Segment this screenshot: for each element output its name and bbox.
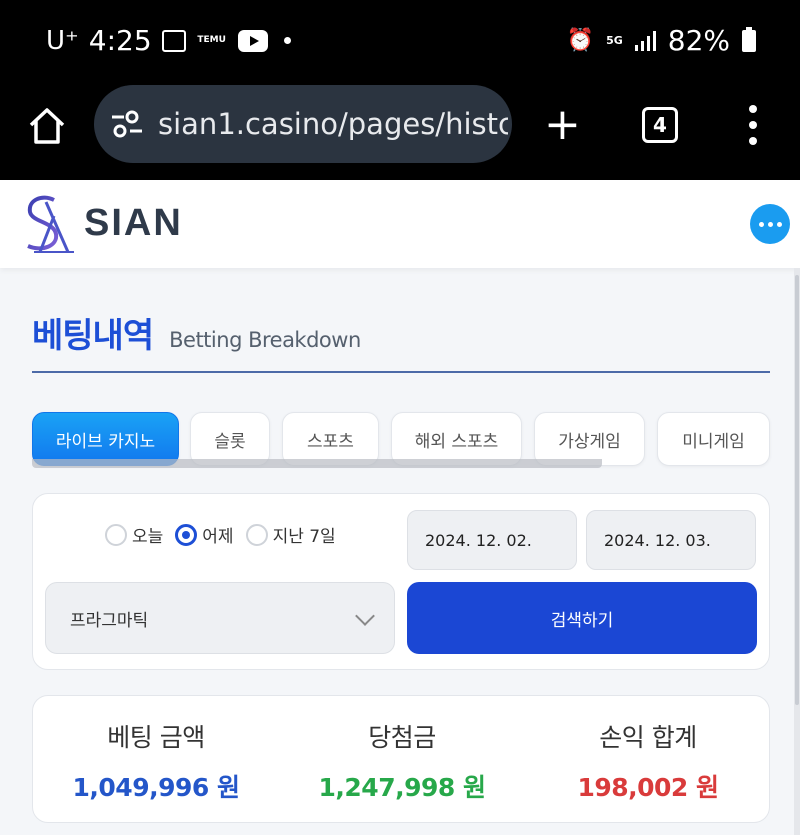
url-text[interactable]: sian1.casino/pages/histc [158, 107, 508, 141]
tabs-scrollbar[interactable] [32, 459, 602, 468]
site-header: SIAN [0, 180, 800, 268]
home-icon[interactable] [26, 105, 68, 147]
network-label: 5G [606, 34, 623, 47]
tab-live-casino[interactable]: 라이브 카지노 [32, 412, 179, 466]
search-label: 검색하기 [550, 610, 614, 631]
carrier-label: U⁺ [46, 25, 79, 56]
notification-dot-icon [283, 37, 291, 44]
chevron-down-icon [355, 606, 375, 626]
date-to-input[interactable]: 2024. 12. 03. [586, 510, 756, 570]
tab-label: 스포츠 [307, 431, 354, 452]
provider-value: 프라그마틱 [70, 610, 149, 631]
page-title-english: Betting Breakdown [169, 328, 361, 352]
date-from-input[interactable]: 2024. 12. 02. [407, 510, 577, 570]
battery-icon [742, 26, 756, 52]
temu-label: TEMU [197, 35, 226, 45]
tab-label: 라이브 카지노 [55, 431, 156, 452]
browser-toolbar: sian1.casino/pages/histc + 4 [0, 85, 800, 180]
status-left: U⁺ 4:25 TEMU [46, 24, 291, 57]
gallery-icon [161, 29, 186, 52]
winnings-stat: 당첨금 1,247,998 원 [279, 718, 525, 804]
radio-yesterday[interactable]: 어제 [175, 522, 234, 547]
chat-icon[interactable] [750, 204, 790, 244]
search-button[interactable]: 검색하기 [407, 582, 757, 654]
status-right: ⏰ 5G 82% [567, 24, 756, 57]
tab-label: 해외 스포츠 [414, 431, 499, 452]
profit-loss-value: 198,002 원 [577, 773, 719, 802]
bet-amount-label: 베팅 금액 [107, 723, 205, 752]
tab-slot[interactable]: 슬롯 [190, 412, 270, 466]
radio-label: 어제 [202, 527, 234, 547]
category-tabs: 라이브 카지노 슬롯 스포츠 해외 스포츠 가상게임 미니게임 [32, 412, 770, 466]
tab-label: 가상게임 [558, 431, 621, 452]
sian-logo-icon[interactable] [20, 192, 78, 256]
signal-icon [634, 30, 656, 51]
tab-label: 미니게임 [682, 431, 745, 452]
radio-today[interactable]: 오늘 [105, 522, 163, 547]
radio-last-7-days[interactable]: 지난 7일 [245, 522, 336, 547]
title-divider [32, 371, 770, 373]
site-settings-icon[interactable] [110, 109, 144, 139]
page-scrollbar-thumb[interactable] [795, 275, 799, 705]
bet-amount-stat: 베팅 금액 1,049,996 원 [33, 718, 279, 804]
status-bar: U⁺ 4:25 TEMU ⏰ 5G 82% [0, 0, 800, 85]
winnings-value: 1,247,998 원 [318, 773, 486, 802]
radio-label: 오늘 [132, 527, 164, 547]
profit-loss-label: 손익 합계 [599, 723, 697, 752]
temu-icon: TEMU [196, 36, 228, 45]
profit-loss-stat: 손익 합계 198,002 원 [525, 718, 771, 804]
tab-virtual-games[interactable]: 가상게임 [534, 412, 645, 466]
new-tab-icon[interactable]: + [544, 103, 581, 147]
tab-switcher-button[interactable]: 4 [642, 107, 678, 143]
date-to-value: 2024. 12. 03. [604, 530, 711, 550]
tab-mini-games[interactable]: 미니게임 [657, 412, 770, 466]
radio-circle[interactable] [175, 523, 198, 546]
network-type-icon: 5G [606, 35, 623, 46]
clock: 4:25 [88, 24, 152, 57]
site-logo-text[interactable]: SIAN [84, 202, 183, 245]
period-radio-group: 오늘 어제 지난 7일 [105, 522, 342, 547]
radio-circle[interactable] [105, 523, 127, 546]
youtube-icon [237, 29, 268, 52]
more-options-icon[interactable] [748, 105, 758, 145]
tab-label: 슬롯 [214, 431, 246, 452]
address-bar[interactable]: sian1.casino/pages/histc [94, 85, 512, 163]
tab-sports[interactable]: 스포츠 [282, 412, 379, 466]
page-title-korean: 베팅내역 [32, 316, 154, 356]
bet-amount-value: 1,049,996 원 [72, 773, 240, 802]
winnings-label: 당첨금 [368, 723, 436, 752]
radio-label: 지난 7일 [272, 527, 336, 547]
provider-select[interactable]: 프라그마틱 [45, 582, 395, 654]
date-from-value: 2024. 12. 02. [425, 530, 532, 550]
page-title: 베팅내역 Betting Breakdown [32, 308, 361, 357]
alarm-icon: ⏰ [566, 28, 595, 53]
tab-count: 4 [653, 113, 667, 137]
radio-circle[interactable] [245, 523, 268, 546]
battery-percent: 82% [667, 24, 730, 57]
filter-panel: 오늘 어제 지난 7일 2024. 12. 02. 2024. 12. 03. … [32, 493, 770, 670]
summary-panel: 베팅 금액 1,049,996 원 당첨금 1,247,998 원 손익 합계 … [32, 695, 770, 823]
tab-overseas-sports[interactable]: 해외 스포츠 [391, 412, 522, 466]
